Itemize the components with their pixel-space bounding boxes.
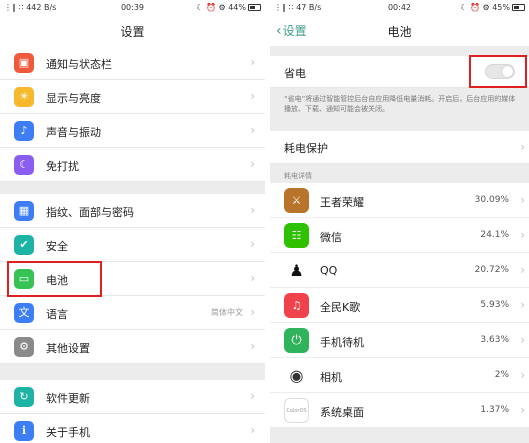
settings-item-label: 安全 <box>46 240 68 253</box>
chevron-right-icon: › <box>520 140 525 154</box>
app-percent: 30.09% <box>474 195 509 205</box>
settings-item-label: 关于手机 <box>46 426 90 439</box>
power-protection-label: 耗电保护 <box>284 142 328 155</box>
status-bar: ⋮∥ ∷ 442 B/s 00:39 ☾ ⏰ ⚙ 44% <box>0 0 265 16</box>
settings-item-other[interactable]: ⚙ 其他设置 › <box>0 330 265 364</box>
app-percent: 20.72% <box>474 265 509 275</box>
chevron-right-icon: › <box>520 298 525 312</box>
page-title: 电池 <box>387 25 412 39</box>
settings-item-label: 通知与状态栏 <box>46 58 112 71</box>
app-usage-row[interactable]: ♫ 全民K歌 5.93% › <box>270 288 529 323</box>
chevron-right-icon: › <box>250 203 255 217</box>
highlight-box <box>7 261 102 297</box>
battery-percent: 45% <box>492 3 510 12</box>
settings-item-label: 其他设置 <box>46 342 90 355</box>
chevron-right-icon: › <box>520 368 525 382</box>
battery-percent: 44% <box>228 3 246 12</box>
settings-item-display[interactable]: ☀ 显示与亮度 › <box>0 80 265 114</box>
chevron-right-icon: › <box>520 263 525 277</box>
app-name: 王者荣耀 <box>320 196 364 209</box>
battery-screen: ⋮∥ ∷ 47 B/s 00:42 ☾ ⏰ ⚙ 45% ‹设置 电池 省电 “省… <box>270 0 529 443</box>
info-icon: ℹ <box>14 421 34 441</box>
settings-item-about[interactable]: ℹ 关于手机 › <box>0 414 265 443</box>
battery-icon <box>512 4 525 11</box>
power-saving-label: 省电 <box>284 67 306 80</box>
nav-bar: ‹设置 电池 <box>270 16 529 46</box>
settings-item-fingerprint[interactable]: ▦ 指纹、面部与密码 › <box>0 194 265 228</box>
chevron-right-icon: › <box>250 123 255 137</box>
settings-item-label: 声音与振动 <box>46 126 101 139</box>
app-name: 相机 <box>320 371 342 384</box>
chevron-right-icon: › <box>520 228 525 242</box>
nav-bar: 设置 <box>0 16 265 46</box>
chevron-right-icon: › <box>250 271 255 285</box>
settings-item-dnd[interactable]: ☾ 免打扰 › <box>0 148 265 182</box>
power-saving-description: “省电”将通过智能管控后台自应用降低电量消耗。开启后，后台应用的媒体播放、下载、… <box>284 95 516 113</box>
app-name: 全民K歌 <box>320 301 361 314</box>
settings-item-label: 软件更新 <box>46 392 90 405</box>
status-icons: ☾ ⏰ ⚙ <box>460 3 490 12</box>
details-header: 耗电详情 <box>284 172 312 180</box>
update-icon: ↻ <box>14 387 34 407</box>
speaker-icon: ♪ <box>14 121 34 141</box>
chevron-right-icon: › <box>250 237 255 251</box>
app-usage-row[interactable]: ⚔ 王者荣耀 30.09% › <box>270 183 529 218</box>
page-title: 设置 <box>120 25 145 39</box>
settings-item-label: 显示与亮度 <box>46 92 101 105</box>
brightness-icon: ☀ <box>14 87 34 107</box>
app-percent: 3.63% <box>480 335 509 345</box>
chevron-right-icon: › <box>250 305 255 319</box>
app-name: 系统桌面 <box>320 406 364 419</box>
status-icons: ☾ ⏰ ⚙ <box>196 3 226 12</box>
launcher-icon: ColorOS <box>284 398 309 423</box>
chevron-right-icon: › <box>250 339 255 353</box>
app-percent: 1.37% <box>480 405 509 415</box>
chevron-right-icon: › <box>520 403 525 417</box>
settings-item-notifications[interactable]: ▣ 通知与状态栏 › <box>0 46 265 80</box>
chevron-right-icon: › <box>250 389 255 403</box>
chevron-right-icon: › <box>250 89 255 103</box>
settings-item-label: 语言 <box>46 308 68 321</box>
app-usage-row[interactable]: ColorOS 系统桌面 1.37% › <box>270 393 529 428</box>
chevron-right-icon: › <box>250 423 255 437</box>
chevron-right-icon: › <box>250 157 255 171</box>
app-usage-row[interactable]: ⏻ 手机待机 3.63% › <box>270 323 529 358</box>
settings-item-security[interactable]: ✔ 安全 › <box>0 228 265 262</box>
status-bar: ⋮∥ ∷ 47 B/s 00:42 ☾ ⏰ ⚙ 45% <box>270 0 529 16</box>
battery-icon <box>248 4 261 11</box>
game-app-icon: ⚔ <box>284 188 309 213</box>
app-percent: 5.93% <box>480 300 509 310</box>
app-usage-row[interactable]: ☷ 微信 24.1% › <box>270 218 529 253</box>
settings-item-update[interactable]: ↻ 软件更新 › <box>0 380 265 414</box>
moon-icon: ☾ <box>14 155 34 175</box>
shield-icon: ✔ <box>14 235 34 255</box>
gear-icon: ⚙ <box>14 337 34 357</box>
app-percent: 2% <box>494 370 509 380</box>
settings-screen: ⋮∥ ∷ 442 B/s 00:39 ☾ ⏰ ⚙ 44% 设置 ▣ 通知与状态栏… <box>0 0 265 443</box>
chevron-right-icon: › <box>520 193 525 207</box>
standby-power-icon: ⏻ <box>284 328 309 353</box>
highlight-box <box>469 55 527 88</box>
wechat-icon: ☷ <box>284 223 309 248</box>
camera-icon: ◉ <box>284 363 309 388</box>
chevron-right-icon: › <box>520 333 525 347</box>
settings-item-sound[interactable]: ♪ 声音与振动 › <box>0 114 265 148</box>
notification-icon: ▣ <box>14 53 34 73</box>
app-percent: 24.1% <box>480 230 509 240</box>
qq-penguin-icon: ♟ <box>284 258 309 283</box>
language-icon: 文 <box>14 303 34 323</box>
app-name: 手机待机 <box>320 336 364 349</box>
app-usage-row[interactable]: ♟ QQ 20.72% › <box>270 253 529 288</box>
language-value: 简体中文 <box>211 308 243 317</box>
power-protection-row[interactable]: 耗电保护 › <box>270 131 529 164</box>
app-name: 微信 <box>320 231 342 244</box>
settings-item-label: 指纹、面部与密码 <box>46 206 134 219</box>
settings-item-label: 免打扰 <box>46 160 79 173</box>
karaoke-app-icon: ♫ <box>284 293 309 318</box>
settings-item-language[interactable]: 文 语言 简体中文 › <box>0 296 265 330</box>
app-name: QQ <box>320 264 338 277</box>
app-usage-row[interactable]: ◉ 相机 2% › <box>270 358 529 393</box>
chevron-right-icon: › <box>250 55 255 69</box>
fingerprint-icon: ▦ <box>14 201 34 221</box>
